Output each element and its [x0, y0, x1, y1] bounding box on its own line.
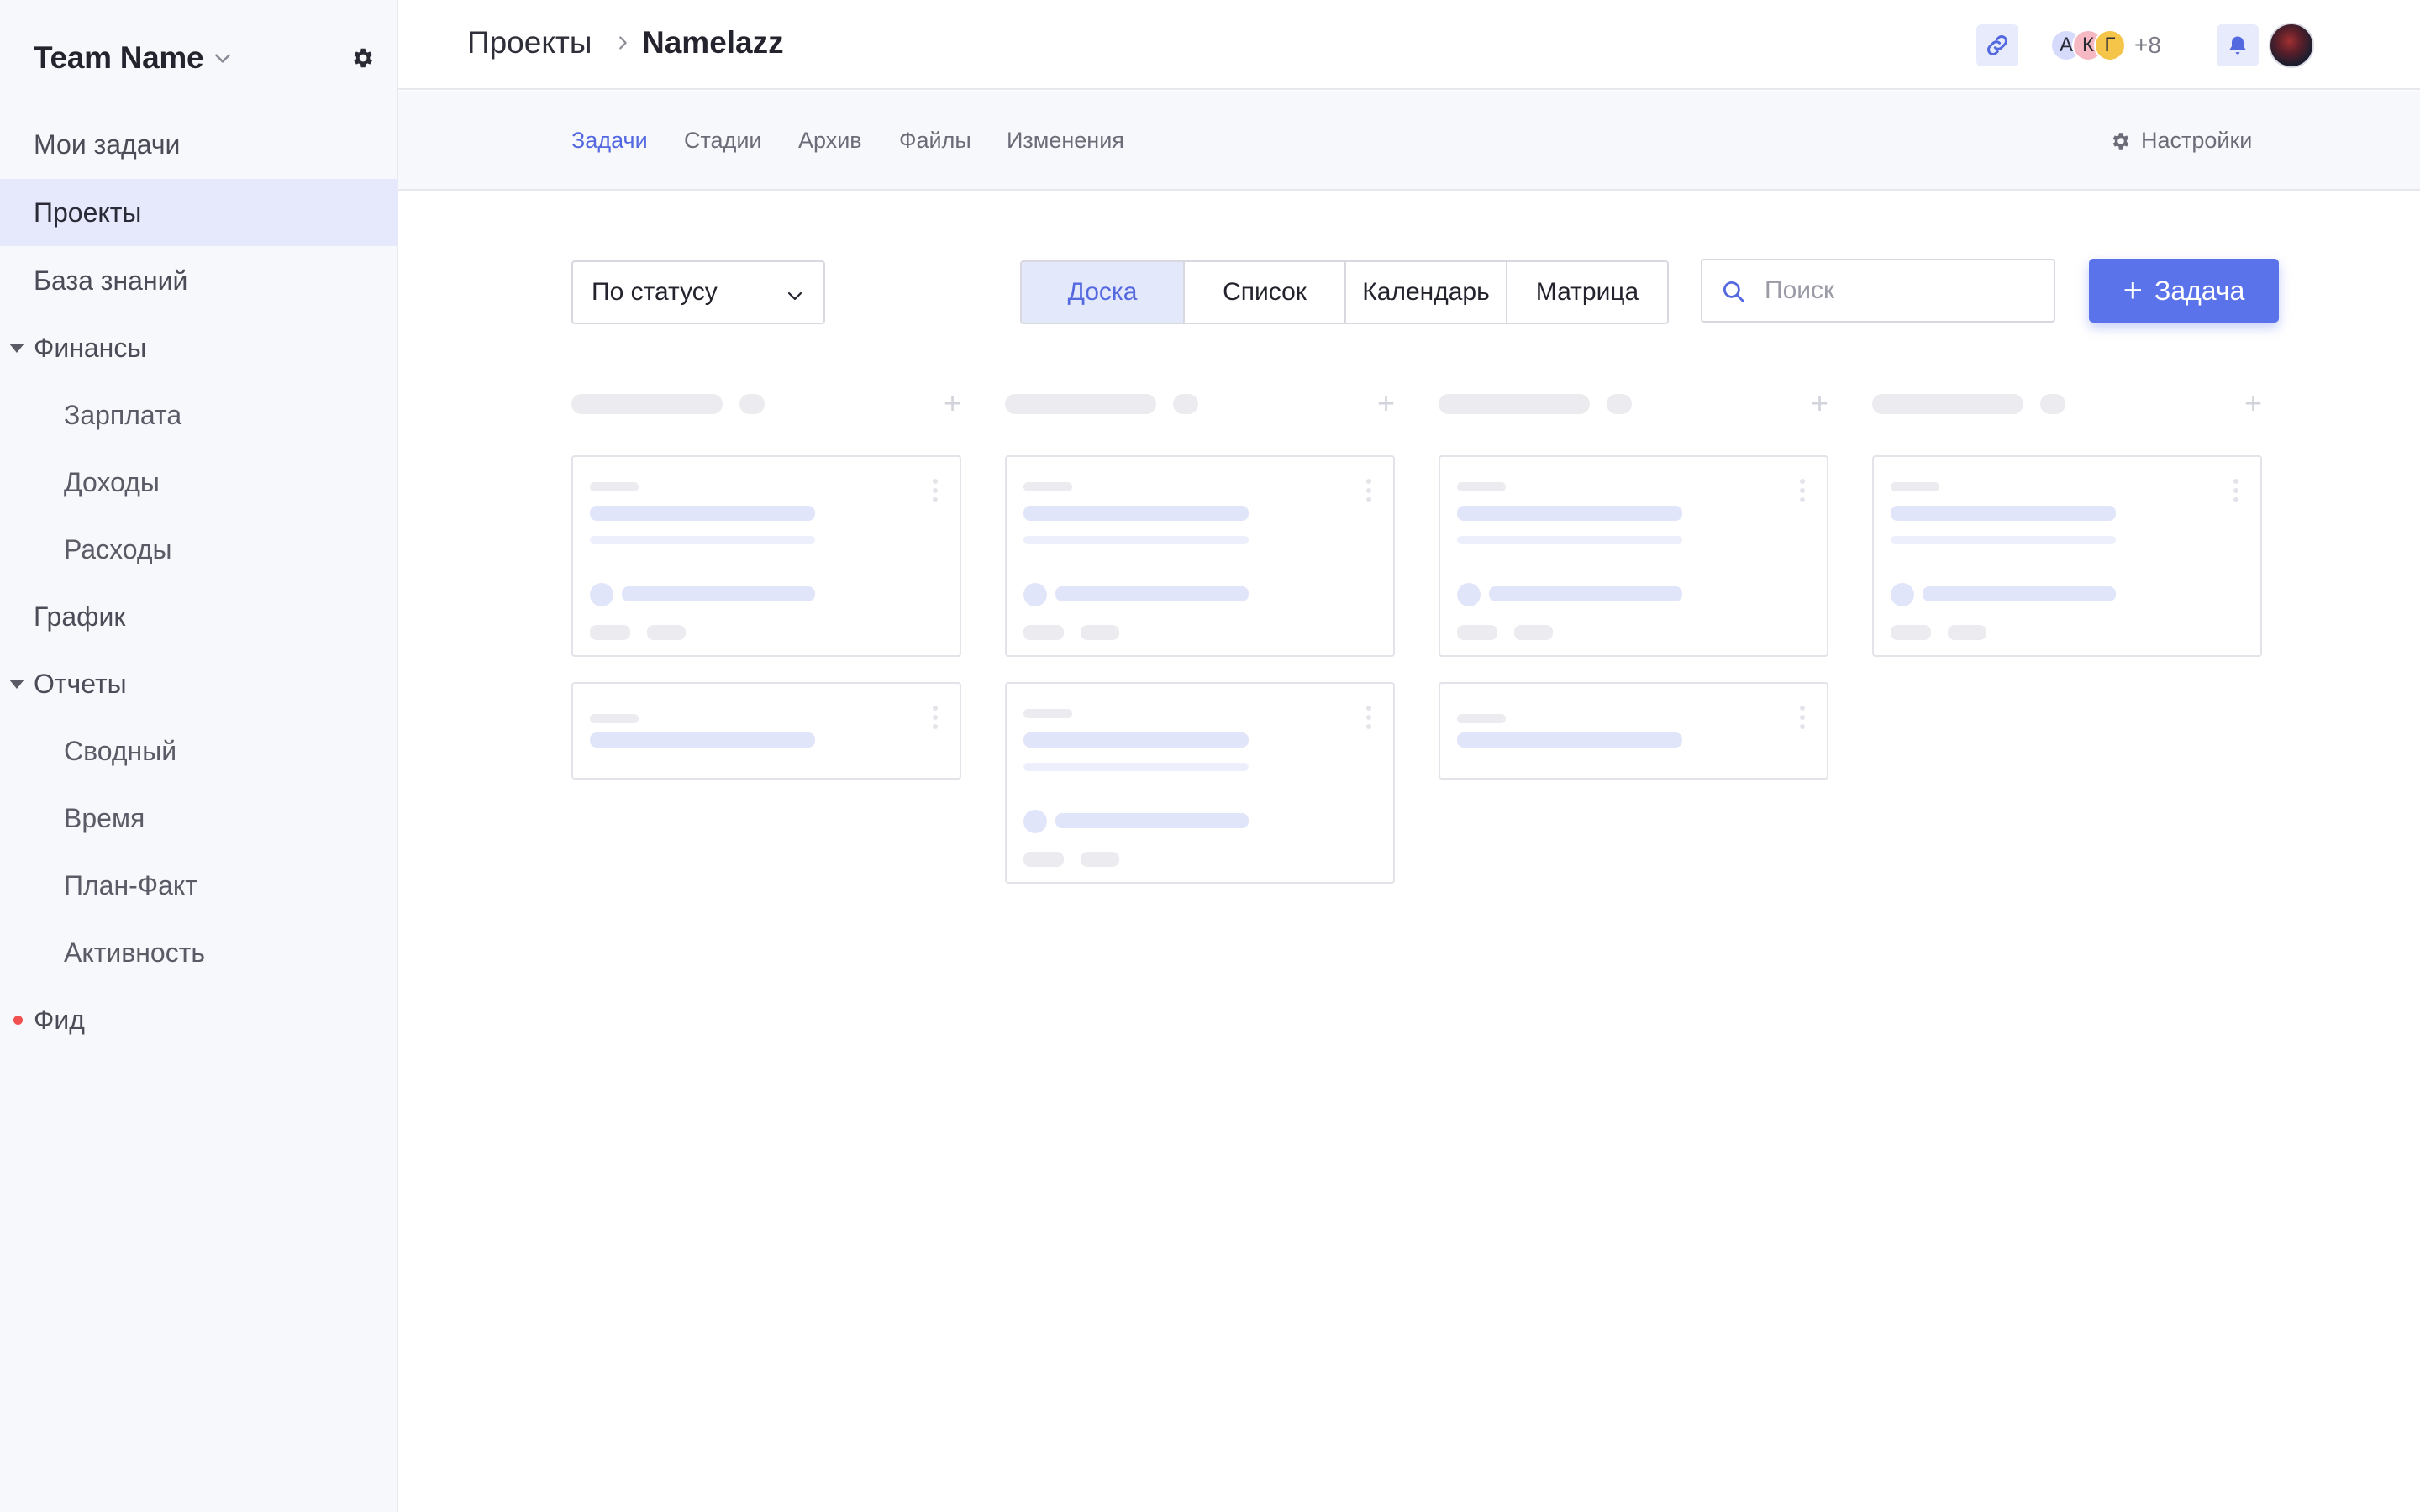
settings-button[interactable]: Настройки [2109, 128, 2252, 154]
sidebar-item-label: Доходы [64, 466, 160, 497]
sidebar-item-label: База знаний [34, 265, 188, 296]
sidebar-item-salary[interactable]: Зарплата [0, 381, 398, 449]
sidebar-item-label: Сводный [64, 735, 177, 766]
add-card-icon[interactable]: + [1377, 388, 1395, 418]
tab-tasks[interactable]: Задачи [571, 128, 648, 154]
card-skeleton [1439, 455, 1828, 657]
chevron-down-icon [215, 54, 231, 63]
sidebar-item-label: График [34, 601, 126, 632]
view-board-button[interactable]: Доска [1022, 262, 1183, 323]
sidebar-item-projects[interactable]: Проекты [0, 179, 398, 246]
copy-link-button[interactable] [1976, 24, 2018, 66]
gear-icon[interactable] [350, 45, 375, 71]
add-task-button[interactable]: + Задача [2089, 259, 2279, 323]
sidebar-item-label: Зарплата [64, 399, 182, 430]
sidebar: Team Name Мои задачи Проекты База знаний… [0, 0, 398, 1512]
board-column: + [1872, 386, 2262, 682]
more-vertical-icon [2233, 479, 2238, 507]
caret-down-icon [9, 680, 24, 689]
link-icon [1987, 35, 2007, 55]
sidebar-group-finance[interactable]: Финансы [0, 314, 398, 381]
chevron-down-icon [787, 291, 802, 301]
team-name: Team Name [34, 40, 204, 75]
sidebar-item-label: Фид [34, 1004, 85, 1035]
sidebar-item-time[interactable]: Время [0, 785, 398, 852]
sidebar-item-plan-fact[interactable]: План-Факт [0, 852, 398, 919]
more-vertical-icon [1366, 479, 1371, 507]
sidebar-item-activity[interactable]: Активность [0, 919, 398, 986]
sidebar-item-expenses[interactable]: Расходы [0, 516, 398, 583]
column-header-skeleton: + [1005, 386, 1395, 420]
add-task-label: Задача [2154, 275, 2245, 306]
search-input[interactable] [1765, 270, 2042, 311]
sidebar-item-label: Активность [64, 937, 206, 968]
plus-icon: + [2123, 272, 2143, 309]
add-card-icon[interactable]: + [944, 388, 961, 418]
board-column: + [571, 386, 961, 805]
bell-icon [2229, 36, 2246, 55]
search-box [1701, 259, 2055, 323]
page-title: Namelazz [642, 25, 784, 60]
members-more-count: +8 [2134, 32, 2161, 58]
sidebar-item-label: Мои задачи [34, 129, 181, 160]
add-card-icon[interactable]: + [2244, 388, 2262, 418]
more-vertical-icon [1366, 706, 1371, 733]
board-column: + [1005, 386, 1395, 909]
more-vertical-icon [1800, 706, 1805, 733]
team-switcher[interactable]: Team Name [34, 37, 387, 79]
more-vertical-icon [933, 479, 938, 507]
tab-files[interactable]: Файлы [899, 128, 971, 154]
settings-label: Настройки [2141, 128, 2253, 153]
sidebar-item-label: Расходы [64, 533, 172, 564]
sidebar-item-schedule[interactable]: График [0, 583, 398, 650]
card-skeleton [1439, 682, 1828, 780]
sidebar-item-summary[interactable]: Сводный [0, 717, 398, 785]
card-skeleton [571, 682, 961, 780]
more-vertical-icon [933, 706, 938, 733]
sidebar-item-label: Отчеты [34, 668, 127, 699]
member-avatar: Г [2094, 29, 2126, 61]
view-switcher: Доска Список Календарь Матрица [1020, 260, 1669, 324]
user-avatar[interactable] [2269, 23, 2314, 68]
sidebar-item-label: Проекты [34, 197, 142, 228]
group-by-select[interactable]: По статусу [571, 260, 825, 324]
card-skeleton [1872, 455, 2262, 657]
card-skeleton [1005, 682, 1395, 884]
sidebar-item-label: Время [64, 802, 145, 833]
tab-archive[interactable]: Архив [798, 128, 862, 154]
column-header-skeleton: + [571, 386, 961, 420]
card-skeleton [571, 455, 961, 657]
search-icon [1723, 281, 1744, 302]
sidebar-item-income[interactable]: Доходы [0, 449, 398, 516]
group-by-value: По статусу [592, 278, 718, 306]
sidebar-item-label: План-Факт [64, 869, 197, 900]
notifications-button[interactable] [2217, 24, 2259, 66]
board-column: + [1439, 386, 1828, 805]
chevron-right-icon [619, 36, 627, 50]
view-calendar-button[interactable]: Календарь [1344, 262, 1506, 323]
column-header-skeleton: + [1872, 386, 2262, 420]
tab-changes[interactable]: Изменения [1007, 128, 1124, 154]
breadcrumb-projects[interactable]: Проекты [467, 25, 592, 60]
unread-dot [13, 1016, 23, 1025]
sidebar-group-reports[interactable]: Отчеты [0, 650, 398, 717]
sidebar-item-my-tasks[interactable]: Мои задачи [0, 111, 398, 178]
sidebar-item-label: Финансы [34, 332, 147, 363]
sidebar-item-knowledge-base[interactable]: База знаний [0, 247, 398, 314]
project-members[interactable]: А К Г +8 [2050, 28, 2161, 63]
tab-stages[interactable]: Стадии [684, 128, 762, 154]
column-header-skeleton: + [1439, 386, 1828, 420]
more-vertical-icon [1800, 479, 1805, 507]
top-bar: Проекты Namelazz А К Г +8 [398, 0, 2420, 90]
sidebar-item-feed[interactable]: Фид [0, 986, 398, 1053]
view-list-button[interactable]: Список [1183, 262, 1344, 323]
card-skeleton [1005, 455, 1395, 657]
view-matrix-button[interactable]: Матрица [1506, 262, 1667, 323]
project-tabs: Задачи Стадии Архив Файлы Изменения Наст… [398, 91, 2420, 191]
caret-down-icon [9, 344, 24, 353]
gear-icon [2112, 132, 2129, 150]
add-card-icon[interactable]: + [1811, 388, 1828, 418]
